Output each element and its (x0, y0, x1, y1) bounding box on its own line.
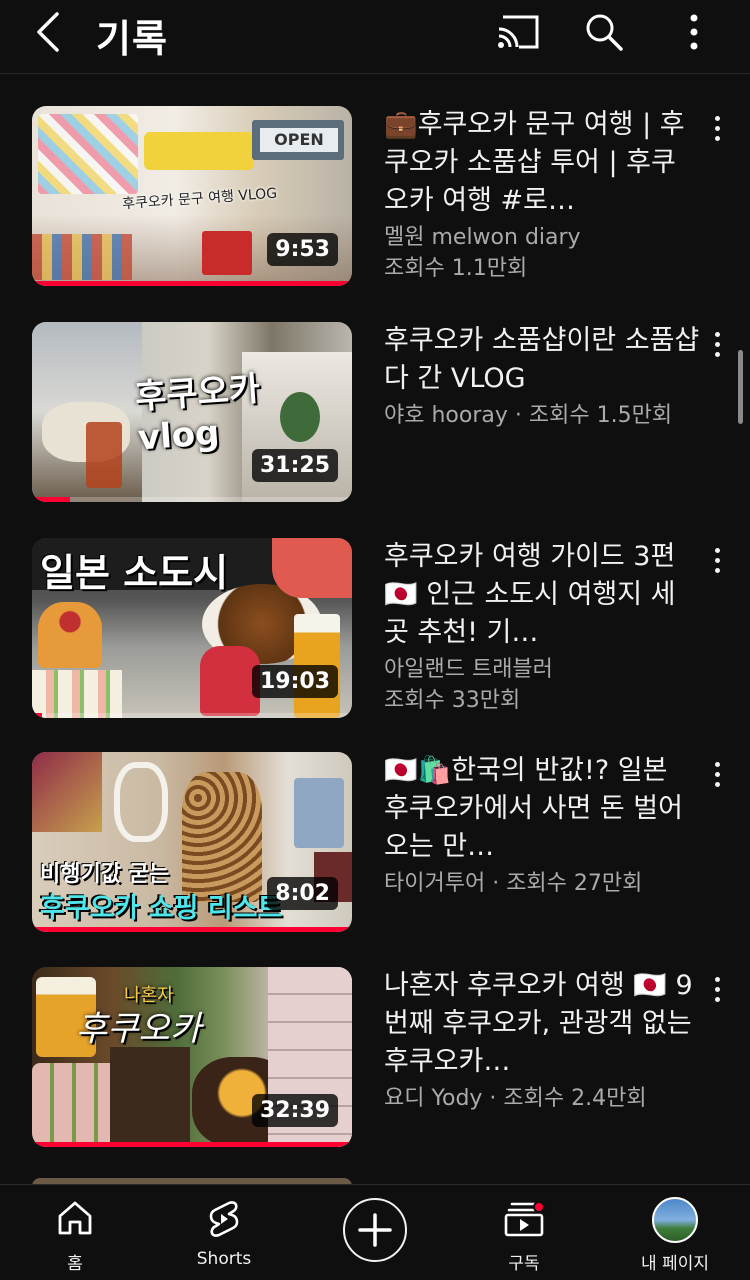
video-title[interactable]: 후쿠오카 소품샵이란 소품샵 다 간 VLOG (384, 322, 700, 398)
channel-name: 타이거투어 (384, 871, 486, 896)
video-thumbnail[interactable]: OPEN 후쿠오카 문구 여행 VLOG 9:53 (32, 106, 352, 286)
video-thumbnail[interactable]: 비행기값 굳는 후쿠오카 쇼핑 리스트 8:02 (32, 752, 352, 932)
video-menu-button[interactable] (702, 969, 732, 1009)
view-count: 조회수 1.1만회 (384, 256, 528, 281)
video-item[interactable]: 비행기값 굳는 후쿠오카 쇼핑 리스트 8:02 🇯🇵🛍️한국의 반값!? 일본… (0, 752, 750, 936)
duration-badge: 31:25 (251, 449, 338, 482)
top-app-bar: 기록 (0, 0, 750, 74)
more-vert-icon (714, 976, 720, 1002)
video-item[interactable]: OPEN 후쿠오카 문구 여행 VLOG 9:53 💼후쿠오카 문구 여행 | … (0, 106, 750, 290)
duration-badge: 9:53 (267, 233, 338, 266)
nav-home[interactable]: 홈 (20, 1185, 130, 1280)
view-count: 조회수 33만회 (384, 688, 521, 713)
channel-name: 아일랜드 트래블러 (384, 657, 553, 682)
video-title[interactable]: 후쿠오카 여행 가이드 3편 🇯🇵 인근 소도시 여행지 세곳 추천! 기… (384, 538, 700, 652)
scrollbar[interactable] (738, 350, 743, 424)
bottom-navigation: 홈 Shorts 구독 내 페이지 (0, 1184, 750, 1280)
back-icon (37, 12, 59, 52)
history-list: OPEN 후쿠오카 문구 여행 VLOG 9:53 💼후쿠오카 문구 여행 | … (0, 74, 750, 1184)
thumbnail-overlay-text: 후쿠오카 (76, 1009, 202, 1049)
video-menu-button[interactable] (702, 754, 732, 794)
nav-shorts-label: Shorts (196, 1249, 252, 1269)
video-item[interactable]: 후쿠오카 vlog 31:25 후쿠오카 소품샵이란 소품샵 다 간 VLOG … (0, 322, 750, 506)
video-thumbnail[interactable]: 후쿠오카 vlog 31:25 (32, 322, 352, 502)
video-title[interactable]: 🇯🇵🛍️한국의 반값!? 일본 후쿠오카에서 사면 돈 벌어오는 만… (384, 752, 700, 866)
search-button[interactable] (580, 8, 628, 56)
nav-subscriptions[interactable]: 구독 (469, 1185, 579, 1280)
video-menu-button[interactable] (702, 108, 732, 148)
video-item[interactable]: 나혼자 후쿠오카 32:39 나혼자 후쿠오카 여행 🇯🇵 9번째 후쿠오카, … (0, 967, 750, 1151)
back-button[interactable] (28, 10, 68, 54)
nav-subscriptions-label: 구독 (508, 1254, 540, 1274)
video-item[interactable]: 일본 소도시 19:03 후쿠오카 여행 가이드 3편 🇯🇵 인근 소도시 여행… (0, 538, 750, 722)
video-title[interactable]: 나혼자 후쿠오카 여행 🇯🇵 9번째 후쿠오카, 관광객 없는 후쿠오카… (384, 967, 700, 1081)
video-menu-button[interactable] (702, 324, 732, 364)
duration-badge: 8:02 (267, 877, 338, 910)
view-count: 조회수 1.5만회 (528, 403, 673, 428)
watch-progress-bar (32, 713, 352, 718)
watch-progress-bar (32, 497, 352, 502)
channel-name: 요디 Yody (384, 1086, 483, 1111)
thumbnail-overlay-text: 후쿠오카 vlog (133, 368, 262, 459)
duration-badge: 32:39 (251, 1094, 338, 1127)
cast-icon (498, 15, 539, 49)
nav-shorts[interactable]: Shorts (169, 1185, 279, 1280)
nav-home-label: 홈 (67, 1254, 83, 1274)
more-vert-icon (714, 761, 720, 787)
view-count: 조회수 2.4만회 (503, 1086, 647, 1111)
watch-progress-bar (32, 927, 352, 932)
channel-name: 야호 hooray (384, 403, 508, 428)
view-count: 조회수 27만회 (506, 871, 643, 896)
more-vert-icon (690, 14, 698, 50)
shorts-icon (209, 1201, 239, 1237)
nav-you[interactable]: 내 페이지 (620, 1185, 730, 1280)
home-icon (58, 1201, 92, 1235)
thumbnail-overlay-text: 일본 소도시 (40, 551, 229, 595)
more-vert-icon (714, 547, 720, 573)
more-vert-icon (714, 331, 720, 357)
thumbnail-overlay-text-bottom: 후쿠오카 쇼핑 리스트 (40, 893, 283, 924)
watch-progress-bar (32, 1142, 352, 1147)
more-vert-icon (714, 115, 720, 141)
cast-button[interactable] (494, 8, 542, 56)
create-button[interactable] (343, 1198, 407, 1262)
more-options-button[interactable] (670, 8, 718, 56)
notification-dot (533, 1201, 545, 1213)
video-thumbnail[interactable]: 나혼자 후쿠오카 32:39 (32, 967, 352, 1147)
video-title[interactable]: 💼후쿠오카 문구 여행 | 후쿠오카 소품샵 투어 | 후쿠오카 여행 #로… (384, 106, 700, 220)
add-icon (358, 1213, 392, 1247)
watch-progress-bar (32, 281, 352, 286)
nav-you-label: 내 페이지 (641, 1254, 709, 1274)
thumbnail-overlay-text-top: 비행기값 굳는 (40, 862, 170, 887)
channel-name: 멜원 melwon diary (384, 225, 581, 250)
avatar (652, 1197, 698, 1243)
video-menu-button[interactable] (702, 540, 732, 580)
search-icon (586, 14, 623, 51)
video-thumbnail[interactable]: 일본 소도시 19:03 (32, 538, 352, 718)
duration-badge: 19:03 (251, 665, 338, 698)
page-title: 기록 (96, 17, 168, 61)
